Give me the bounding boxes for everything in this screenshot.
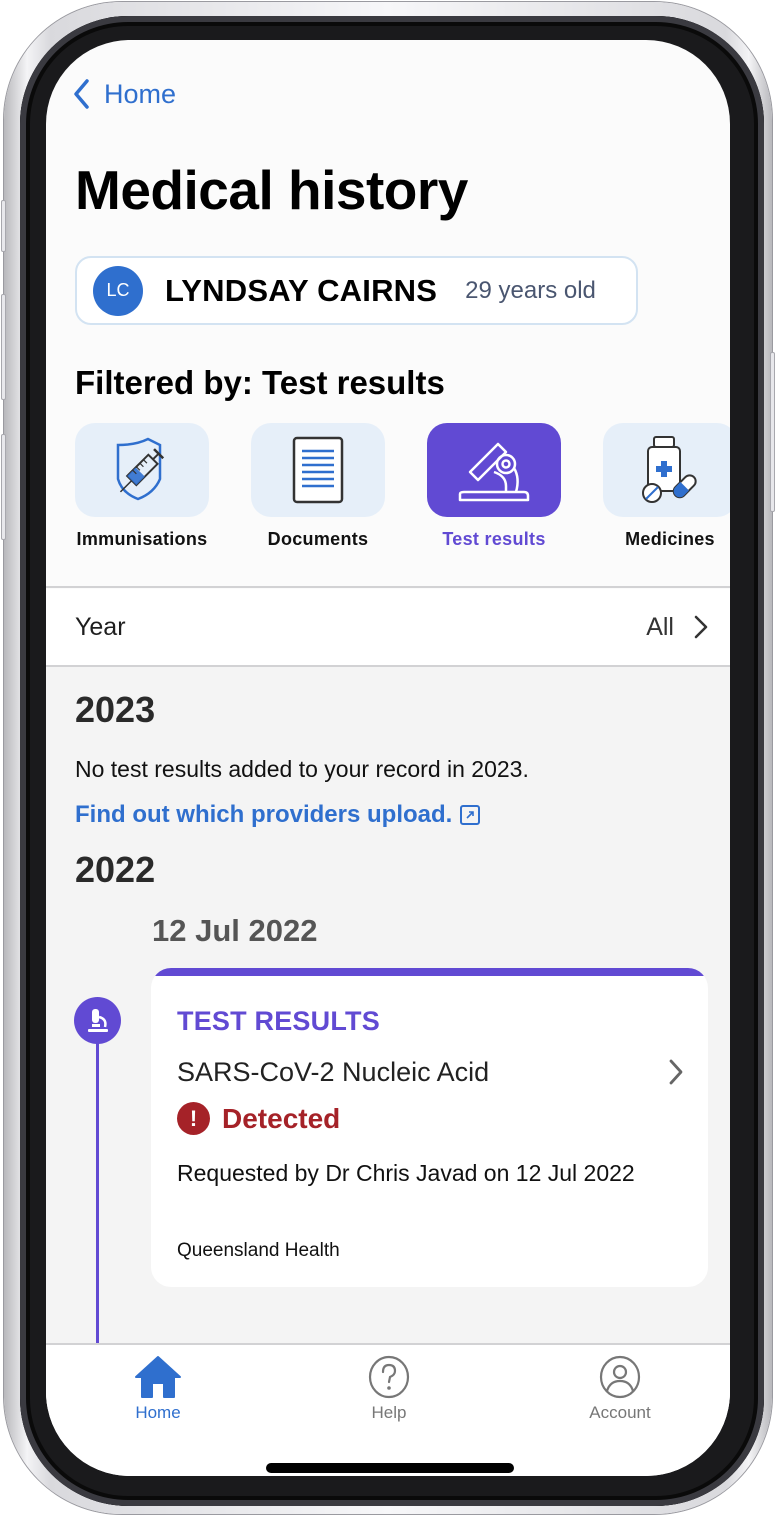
category-tile [603, 423, 730, 517]
category-filter-list: Immunisations Documents Test results Med… [75, 423, 730, 550]
category-tile [251, 423, 385, 517]
back-button[interactable]: Home [72, 78, 176, 110]
year-filter-label: Year [75, 612, 126, 641]
document-icon [292, 436, 344, 504]
timeline-marker [74, 997, 121, 1044]
page-title: Medical history [75, 159, 468, 221]
microscope-icon [87, 1008, 108, 1032]
chevron-right-icon [669, 1059, 683, 1085]
card-accent-bar [151, 968, 708, 976]
alert-icon: ! [177, 1102, 210, 1135]
power-button [770, 352, 775, 512]
divider [46, 586, 730, 588]
providers-link-text: Find out which providers upload. [75, 801, 453, 828]
profile-card[interactable]: LC LYNDSAY CAIRNS 29 years old [75, 256, 638, 325]
category-label: Immunisations [76, 529, 208, 549]
tab-label: Help [371, 1403, 407, 1422]
tab-bar: Home Help Account [46, 1343, 730, 1476]
entry-date: 12 Jul 2022 [152, 913, 318, 948]
chevron-left-icon [74, 79, 89, 109]
category-label: Test results [442, 529, 546, 549]
account-icon [599, 1355, 641, 1399]
year-filter-row[interactable]: Year All [46, 589, 730, 665]
category-tile [75, 423, 209, 517]
year-heading: 2022 [75, 849, 156, 890]
profile-name: LYNDSAY CAIRNS [165, 272, 438, 308]
requested-by: Requested by Dr Chris Javad on 12 Jul 20… [177, 1160, 635, 1186]
result-status: ! Detected [177, 1102, 340, 1135]
tab-label: Account [589, 1403, 651, 1422]
status-text: Detected [222, 1102, 341, 1134]
avatar: LC [93, 265, 143, 316]
syringe-shield-icon [116, 437, 165, 501]
year-heading: 2023 [75, 689, 156, 730]
tab-label: Home [135, 1403, 181, 1422]
category-tile [427, 423, 561, 517]
volume-down-button [1, 434, 6, 540]
home-icon [135, 1356, 181, 1398]
external-link-icon [460, 805, 481, 825]
category-label: Medicines [625, 529, 715, 549]
microscope-icon [458, 442, 530, 502]
category-immunisations[interactable]: Immunisations [75, 423, 209, 550]
timeline-line [96, 1039, 99, 1359]
volume-up-button [1, 294, 6, 400]
mute-switch [1, 200, 6, 252]
category-documents[interactable]: Documents [251, 423, 385, 550]
providers-link[interactable]: Find out which providers upload. [75, 801, 481, 829]
profile-age: 29 years old [465, 276, 596, 304]
app-screen: Home Medical history LC LYNDSAY CAIRNS 2… [46, 40, 730, 1476]
tab-account[interactable]: Account [560, 1355, 680, 1423]
category-medicines[interactable]: Medicines [603, 423, 730, 550]
test-result-card[interactable]: TEST RESULTS SARS-CoV-2 Nucleic Acid ! D… [151, 968, 708, 1287]
empty-year-message: No test results added to your record in … [75, 756, 529, 782]
timeline-content: 2023 No test results added to your recor… [46, 667, 730, 1398]
filter-heading: Filtered by: Test results [75, 364, 445, 401]
home-indicator[interactable] [266, 1463, 514, 1473]
chevron-right-icon [694, 615, 708, 639]
category-label: Documents [267, 529, 369, 549]
back-label: Home [104, 78, 177, 109]
provider-name: Queensland Health [177, 1240, 340, 1261]
tab-help[interactable]: Help [329, 1355, 449, 1423]
help-icon [368, 1355, 410, 1399]
test-name: SARS-CoV-2 Nucleic Acid [177, 1057, 490, 1087]
medicine-bottle-icon [642, 436, 697, 503]
card-type-label: TEST RESULTS [177, 1006, 380, 1036]
category-test-results[interactable]: Test results [427, 423, 561, 550]
year-filter-value: All [646, 612, 674, 641]
tab-home[interactable]: Home [98, 1355, 218, 1423]
